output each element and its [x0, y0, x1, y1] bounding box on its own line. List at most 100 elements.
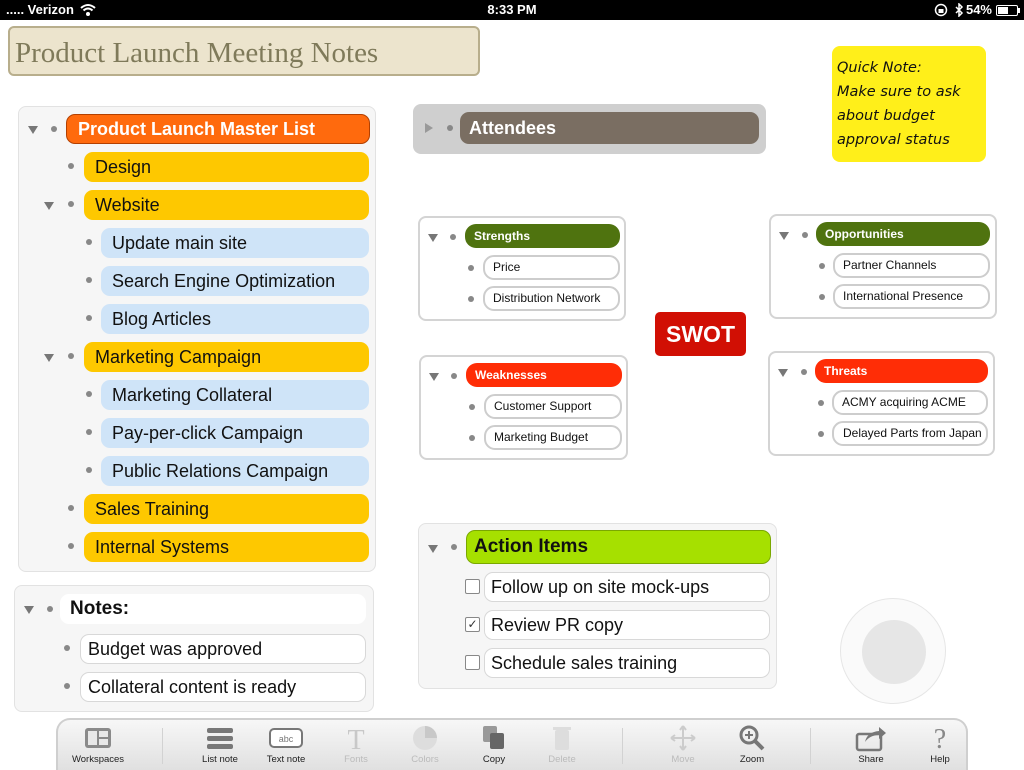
list-item[interactable]: Website: [84, 190, 369, 220]
action-item[interactable]: Schedule sales training: [484, 648, 770, 678]
colors-icon: [413, 726, 437, 750]
opportunity-item[interactable]: International Presence: [833, 284, 990, 309]
toolbar-divider: [622, 728, 623, 764]
toolbar-divider: [810, 728, 811, 764]
list-item[interactable]: Pay-per-click Campaign: [101, 418, 369, 448]
zoom-button[interactable]: Zoom: [722, 724, 782, 765]
copy-button[interactable]: Copy: [464, 724, 524, 765]
bullet-icon: [51, 126, 57, 132]
collapse-triangle-icon[interactable]: [428, 234, 438, 242]
help-label: Help: [930, 754, 950, 765]
bullet-icon: [819, 294, 825, 300]
attendees-heading[interactable]: Attendees: [460, 112, 759, 144]
list-item[interactable]: Search Engine Optimization: [101, 266, 369, 296]
svg-text:?: ?: [934, 724, 946, 752]
list-item[interactable]: Public Relations Campaign: [101, 456, 369, 486]
action-item[interactable]: Follow up on site mock-ups: [484, 572, 770, 602]
help-icon: ?: [934, 724, 946, 752]
colors-label: Colors: [411, 754, 439, 765]
action-checkbox-checked[interactable]: ✓: [465, 617, 480, 632]
toolbar-divider: [162, 728, 163, 764]
bullet-icon: [68, 201, 74, 207]
opportunity-item[interactable]: Partner Channels: [833, 253, 990, 278]
list-item[interactable]: Design: [84, 152, 369, 182]
weaknesses-heading[interactable]: Weaknesses: [466, 363, 622, 387]
bullet-icon: [450, 234, 456, 240]
bullet-icon: [451, 373, 457, 379]
move-button[interactable]: Move: [653, 724, 713, 765]
strength-item[interactable]: Distribution Network: [483, 286, 620, 311]
strength-item[interactable]: Price: [483, 255, 620, 280]
strengths-heading[interactable]: Strengths: [465, 224, 620, 248]
svg-text:T: T: [347, 725, 364, 752]
collapse-triangle-icon[interactable]: [44, 202, 54, 210]
expand-triangle-icon[interactable]: [425, 123, 433, 133]
workspaces-icon: [85, 728, 111, 748]
bullet-icon: [47, 606, 53, 612]
bullet-icon: [68, 543, 74, 549]
swot-label[interactable]: SWOT: [655, 312, 746, 356]
master-list-heading[interactable]: Product Launch Master List: [66, 114, 370, 144]
action-items-heading[interactable]: Action Items: [466, 530, 771, 564]
bullet-icon: [447, 125, 453, 131]
collapse-triangle-icon[interactable]: [778, 369, 788, 377]
bullet-icon: [64, 683, 70, 689]
bullet-icon: [68, 505, 74, 511]
action-checkbox[interactable]: [465, 579, 480, 594]
bullet-icon: [469, 435, 475, 441]
bullet-icon: [86, 429, 92, 435]
list-note-button[interactable]: List note: [190, 724, 250, 765]
action-checkbox[interactable]: [465, 655, 480, 670]
bullet-icon: [818, 431, 824, 437]
list-item[interactable]: Sales Training: [84, 494, 369, 524]
bullet-icon: [801, 369, 807, 375]
list-item[interactable]: Marketing Collateral: [101, 380, 369, 410]
bluetooth-icon: [954, 2, 964, 18]
pan-control-knob[interactable]: [862, 620, 926, 684]
bullet-icon: [468, 296, 474, 302]
weakness-item[interactable]: Customer Support: [484, 394, 622, 419]
fonts-button[interactable]: T Fonts: [326, 724, 386, 765]
collapse-triangle-icon[interactable]: [28, 126, 38, 134]
quick-note-line: approval status: [837, 132, 950, 148]
threats-heading[interactable]: Threats: [815, 359, 988, 383]
bullet-icon: [451, 544, 457, 550]
page-title[interactable]: Product Launch Meeting Notes: [8, 26, 480, 76]
threat-item[interactable]: Delayed Parts from Japan: [832, 421, 988, 446]
bullet-icon: [818, 400, 824, 406]
collapse-triangle-icon[interactable]: [428, 545, 438, 553]
status-bar: ..... Verizon 8:33 PM 54%: [0, 0, 1024, 20]
orientation-lock-icon: [934, 3, 948, 17]
list-item[interactable]: Marketing Campaign: [84, 342, 369, 372]
collapse-triangle-icon[interactable]: [24, 606, 34, 614]
delete-button[interactable]: Delete: [532, 724, 592, 765]
note-item[interactable]: Budget was approved: [80, 634, 366, 664]
bullet-icon: [86, 239, 92, 245]
zoom-icon: [739, 725, 765, 751]
opportunities-heading[interactable]: Opportunities: [816, 222, 990, 246]
bullet-icon: [819, 263, 825, 269]
weakness-item[interactable]: Marketing Budget: [484, 425, 622, 450]
list-item[interactable]: Update main site: [101, 228, 369, 258]
quick-note[interactable]: Quick Note: Make sure to ask about budge…: [832, 46, 986, 162]
colors-button[interactable]: Colors: [395, 724, 455, 765]
text-note-button[interactable]: abc Text note: [256, 724, 316, 765]
share-button[interactable]: Share: [841, 724, 901, 765]
collapse-triangle-icon[interactable]: [779, 232, 789, 240]
text-note-icon-text: abc: [279, 734, 294, 744]
notes-heading[interactable]: Notes:: [60, 594, 366, 624]
help-button[interactable]: ? Help: [910, 724, 970, 765]
collapse-triangle-icon[interactable]: [429, 373, 439, 381]
threat-item[interactable]: ACMY acquiring ACME: [832, 390, 988, 415]
collapse-triangle-icon[interactable]: [44, 354, 54, 362]
workspaces-button[interactable]: Workspaces: [68, 724, 128, 765]
note-item[interactable]: Collateral content is ready: [80, 672, 366, 702]
action-item[interactable]: Review PR copy: [484, 610, 770, 640]
list-item[interactable]: Internal Systems: [84, 532, 369, 562]
list-item[interactable]: Blog Articles: [101, 304, 369, 334]
quick-note-line: Make sure to ask: [837, 84, 961, 100]
fonts-icon: T: [347, 725, 364, 752]
bullet-icon: [86, 315, 92, 321]
text-note-label: Text note: [266, 754, 306, 765]
text-note-icon: abc: [269, 728, 303, 748]
